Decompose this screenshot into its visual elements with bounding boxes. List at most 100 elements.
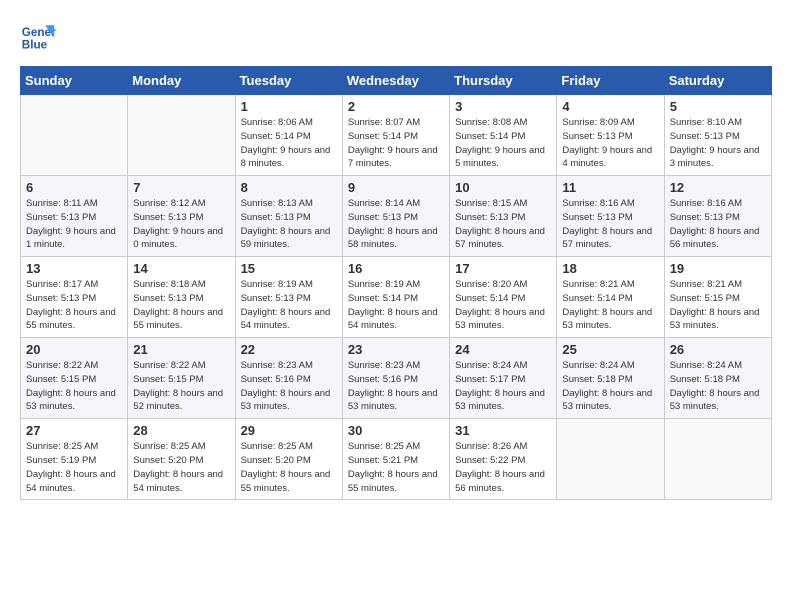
calendar-cell: 2 Sunrise: 8:07 AMSunset: 5:14 PMDaylight… xyxy=(342,95,449,176)
calendar-cell: 13 Sunrise: 8:17 AMSunset: 5:13 PMDayligh… xyxy=(21,257,128,338)
day-info: Sunrise: 8:20 AMSunset: 5:14 PMDaylight:… xyxy=(455,278,551,333)
day-info: Sunrise: 8:21 AMSunset: 5:15 PMDaylight:… xyxy=(670,278,766,333)
calendar-cell: 6 Sunrise: 8:11 AMSunset: 5:13 PMDaylight… xyxy=(21,176,128,257)
calendar-cell: 15 Sunrise: 8:19 AMSunset: 5:13 PMDayligh… xyxy=(235,257,342,338)
day-number: 13 xyxy=(26,261,122,276)
calendar-cell: 8 Sunrise: 8:13 AMSunset: 5:13 PMDaylight… xyxy=(235,176,342,257)
day-info: Sunrise: 8:25 AMSunset: 5:19 PMDaylight:… xyxy=(26,440,122,495)
day-number: 2 xyxy=(348,99,444,114)
calendar-cell: 17 Sunrise: 8:20 AMSunset: 5:14 PMDayligh… xyxy=(450,257,557,338)
calendar-cell: 28Sunrise: 8:25 AMSunset: 5:20 PMDayligh… xyxy=(128,419,235,500)
day-info: Sunrise: 8:08 AMSunset: 5:14 PMDaylight:… xyxy=(455,116,551,171)
calendar-cell: 22 Sunrise: 8:23 AMSunset: 5:16 PMDayligh… xyxy=(235,338,342,419)
day-number: 26 xyxy=(670,342,766,357)
calendar-cell: 7Sunrise: 8:12 AMSunset: 5:13 PMDaylight… xyxy=(128,176,235,257)
svg-text:Blue: Blue xyxy=(22,39,48,52)
calendar-table: SundayMondayTuesdayWednesdayThursdayFrid… xyxy=(20,66,772,500)
day-number: 4 xyxy=(562,99,658,114)
logo: General Blue xyxy=(20,18,56,54)
weekday-header: Friday xyxy=(557,67,664,95)
day-info: Sunrise: 8:23 AMSunset: 5:16 PMDaylight:… xyxy=(348,359,444,414)
calendar-cell: 1 Sunrise: 8:06 AMSunset: 5:14 PMDaylight… xyxy=(235,95,342,176)
day-number: 1 xyxy=(241,99,337,114)
day-info: Sunrise: 8:07 AMSunset: 5:14 PMDaylight:… xyxy=(348,116,444,171)
calendar-cell: 26 Sunrise: 8:24 AMSunset: 5:18 PMDayligh… xyxy=(664,338,771,419)
calendar-cell: 31 Sunrise: 8:26 AMSunset: 5:22 PMDayligh… xyxy=(450,419,557,500)
day-number: 8 xyxy=(241,180,337,195)
day-number: 21 xyxy=(133,342,229,357)
calendar-cell xyxy=(557,419,664,500)
day-number: 11 xyxy=(562,180,658,195)
day-number: 25 xyxy=(562,342,658,357)
day-info: Sunrise: 8:19 AMSunset: 5:14 PMDaylight:… xyxy=(348,278,444,333)
calendar-cell: 3 Sunrise: 8:08 AMSunset: 5:14 PMDaylight… xyxy=(450,95,557,176)
weekday-header: Thursday xyxy=(450,67,557,95)
calendar-cell: 24Sunrise: 8:24 AMSunset: 5:17 PMDayligh… xyxy=(450,338,557,419)
day-number: 3 xyxy=(455,99,551,114)
calendar-cell xyxy=(664,419,771,500)
day-info: Sunrise: 8:26 AMSunset: 5:22 PMDaylight:… xyxy=(455,440,551,495)
weekday-header: Sunday xyxy=(21,67,128,95)
calendar-cell: 12Sunrise: 8:16 AMSunset: 5:13 PMDayligh… xyxy=(664,176,771,257)
calendar-cell: 25 Sunrise: 8:24 AMSunset: 5:18 PMDayligh… xyxy=(557,338,664,419)
day-number: 15 xyxy=(241,261,337,276)
day-number: 23 xyxy=(348,342,444,357)
calendar-cell: 30 Sunrise: 8:25 AMSunset: 5:21 PMDayligh… xyxy=(342,419,449,500)
day-info: Sunrise: 8:19 AMSunset: 5:13 PMDaylight:… xyxy=(241,278,337,333)
day-number: 18 xyxy=(562,261,658,276)
day-info: Sunrise: 8:13 AMSunset: 5:13 PMDaylight:… xyxy=(241,197,337,252)
day-number: 14 xyxy=(133,261,229,276)
calendar-cell: 18 Sunrise: 8:21 AMSunset: 5:14 PMDayligh… xyxy=(557,257,664,338)
day-info: Sunrise: 8:23 AMSunset: 5:16 PMDaylight:… xyxy=(241,359,337,414)
calendar-cell xyxy=(128,95,235,176)
day-number: 16 xyxy=(348,261,444,276)
weekday-header: Wednesday xyxy=(342,67,449,95)
day-info: Sunrise: 8:11 AMSunset: 5:13 PMDaylight:… xyxy=(26,197,122,252)
day-info: Sunrise: 8:22 AMSunset: 5:15 PMDaylight:… xyxy=(26,359,122,414)
day-number: 30 xyxy=(348,423,444,438)
day-info: Sunrise: 8:15 AMSunset: 5:13 PMDaylight:… xyxy=(455,197,551,252)
calendar-cell: 9 Sunrise: 8:14 AMSunset: 5:13 PMDaylight… xyxy=(342,176,449,257)
day-info: Sunrise: 8:14 AMSunset: 5:13 PMDaylight:… xyxy=(348,197,444,252)
day-info: Sunrise: 8:22 AMSunset: 5:15 PMDaylight:… xyxy=(133,359,229,414)
day-info: Sunrise: 8:17 AMSunset: 5:13 PMDaylight:… xyxy=(26,278,122,333)
day-number: 20 xyxy=(26,342,122,357)
day-info: Sunrise: 8:25 AMSunset: 5:20 PMDaylight:… xyxy=(241,440,337,495)
day-number: 9 xyxy=(348,180,444,195)
day-info: Sunrise: 8:09 AMSunset: 5:13 PMDaylight:… xyxy=(562,116,658,171)
day-info: Sunrise: 8:21 AMSunset: 5:14 PMDaylight:… xyxy=(562,278,658,333)
calendar-cell: 19Sunrise: 8:21 AMSunset: 5:15 PMDayligh… xyxy=(664,257,771,338)
day-number: 31 xyxy=(455,423,551,438)
calendar-cell: 29 Sunrise: 8:25 AMSunset: 5:20 PMDayligh… xyxy=(235,419,342,500)
calendar-cell: 4 Sunrise: 8:09 AMSunset: 5:13 PMDaylight… xyxy=(557,95,664,176)
day-info: Sunrise: 8:06 AMSunset: 5:14 PMDaylight:… xyxy=(241,116,337,171)
weekday-header: Saturday xyxy=(664,67,771,95)
day-info: Sunrise: 8:16 AMSunset: 5:13 PMDaylight:… xyxy=(562,197,658,252)
calendar-cell: 11 Sunrise: 8:16 AMSunset: 5:13 PMDayligh… xyxy=(557,176,664,257)
calendar-cell: 5Sunrise: 8:10 AMSunset: 5:13 PMDaylight… xyxy=(664,95,771,176)
calendar-cell: 20 Sunrise: 8:22 AMSunset: 5:15 PMDayligh… xyxy=(21,338,128,419)
day-number: 5 xyxy=(670,99,766,114)
day-number: 27 xyxy=(26,423,122,438)
day-number: 6 xyxy=(26,180,122,195)
calendar-cell: 16 Sunrise: 8:19 AMSunset: 5:14 PMDayligh… xyxy=(342,257,449,338)
day-number: 22 xyxy=(241,342,337,357)
day-number: 7 xyxy=(133,180,229,195)
day-number: 29 xyxy=(241,423,337,438)
calendar-cell: 27 Sunrise: 8:25 AMSunset: 5:19 PMDayligh… xyxy=(21,419,128,500)
day-info: Sunrise: 8:24 AMSunset: 5:18 PMDaylight:… xyxy=(562,359,658,414)
calendar-cell: 23 Sunrise: 8:23 AMSunset: 5:16 PMDayligh… xyxy=(342,338,449,419)
calendar-cell: 10 Sunrise: 8:15 AMSunset: 5:13 PMDayligh… xyxy=(450,176,557,257)
day-info: Sunrise: 8:24 AMSunset: 5:18 PMDaylight:… xyxy=(670,359,766,414)
day-number: 28 xyxy=(133,423,229,438)
day-info: Sunrise: 8:18 AMSunset: 5:13 PMDaylight:… xyxy=(133,278,229,333)
weekday-header: Tuesday xyxy=(235,67,342,95)
weekday-header: Monday xyxy=(128,67,235,95)
page: General Blue SundayMondayTuesdayWednesda… xyxy=(0,0,792,510)
calendar-cell: 21 Sunrise: 8:22 AMSunset: 5:15 PMDayligh… xyxy=(128,338,235,419)
day-info: Sunrise: 8:25 AMSunset: 5:21 PMDaylight:… xyxy=(348,440,444,495)
day-number: 17 xyxy=(455,261,551,276)
header: General Blue xyxy=(20,18,772,54)
day-number: 10 xyxy=(455,180,551,195)
day-info: Sunrise: 8:16 AMSunset: 5:13 PMDaylight:… xyxy=(670,197,766,252)
